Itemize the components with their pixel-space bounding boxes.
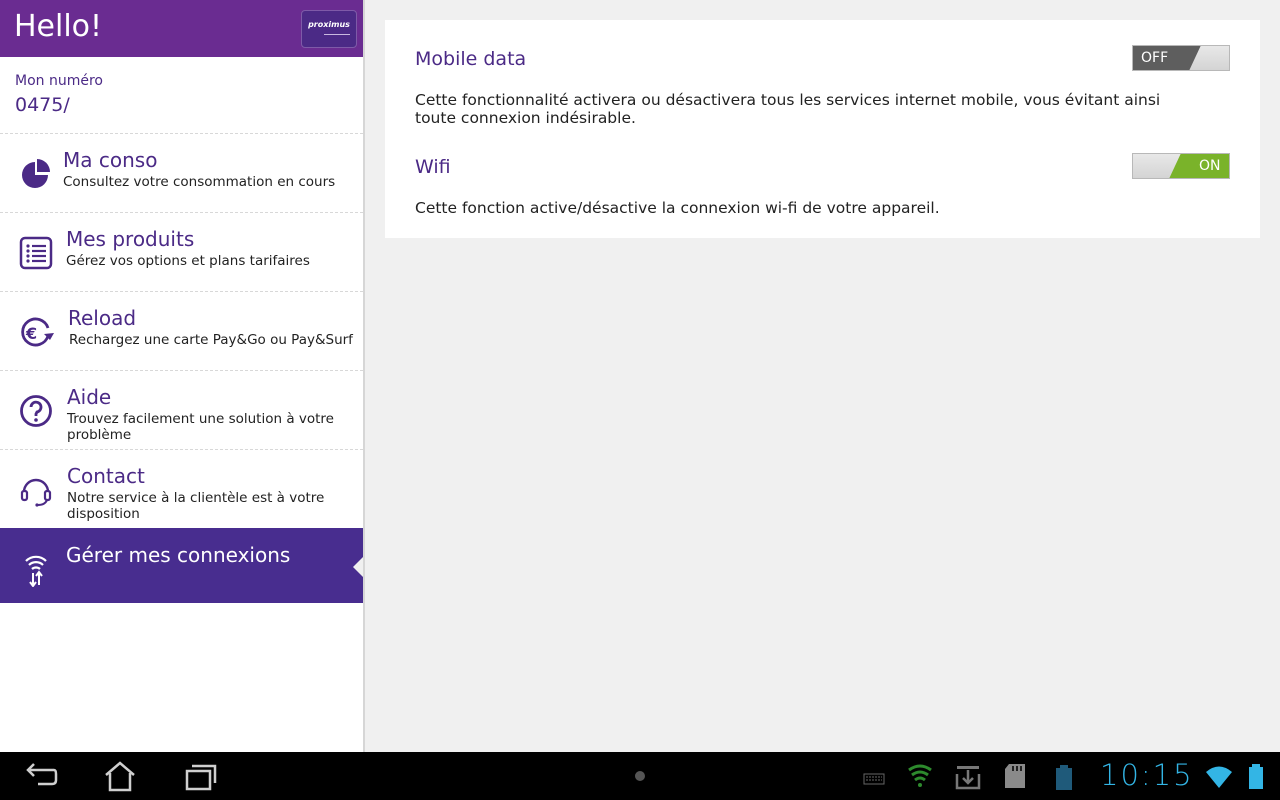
download-icon [955, 766, 981, 790]
recent-apps-icon[interactable] [180, 760, 220, 792]
sidebar-item-mes-produits[interactable]: Mes produits Gérez vos options et plans … [0, 212, 363, 291]
home-icon[interactable] [100, 760, 140, 792]
sidebar-item-subtitle: Trouvez facilement une solution à votre … [67, 411, 334, 443]
keyboard-icon [863, 773, 885, 785]
battery-alert-icon [1056, 765, 1072, 790]
sd-card-icon [1005, 764, 1025, 788]
logo-text: proximus [308, 20, 350, 29]
sidebar-item-gerer-mes-connexions[interactable]: Gérer mes connexions [0, 528, 363, 603]
wifi-signal-icon [1206, 766, 1232, 788]
wifi-description: Cette fonction active/désactive la conne… [415, 199, 940, 217]
euro-reload-icon: € [21, 317, 54, 347]
sidebar: Hello! proximus Mon numéro 0475/ Ma cons… [0, 0, 365, 752]
mobile-data-toggle[interactable]: OFF [1132, 45, 1230, 71]
toggle-knob: OFF [1133, 46, 1201, 70]
logo-underline [324, 34, 350, 35]
sidebar-item-aide[interactable]: Aide Trouvez facilement une solution à v… [0, 370, 363, 449]
sidebar-item-title: Gérer mes connexions [66, 543, 291, 567]
toggle-label: ON [1199, 158, 1221, 174]
sidebar-item-subtitle: Consultez votre consommation en cours [63, 174, 336, 190]
mobile-data-title: Mobile data [415, 48, 527, 70]
battery-icon [1249, 764, 1263, 789]
sidebar-item-title: Ma conso [63, 148, 158, 172]
phone-number-block: Mon numéro 0475/ [15, 72, 103, 118]
sidebar-item-title: Reload [68, 306, 137, 330]
sidebar-item-title: Contact [67, 464, 145, 488]
wifi-toggle[interactable]: ON [1132, 153, 1230, 179]
header-title: Hello! [14, 9, 103, 44]
svg-text:€: € [25, 324, 37, 343]
sidebar-item-subtitle: Gérez vos options et plans tarifaires [66, 253, 310, 269]
status-clock: 10:15 [1100, 758, 1194, 792]
proximus-logo: proximus [301, 10, 357, 48]
mobile-data-description: Cette fonctionnalité activera ou désacti… [415, 91, 1161, 127]
system-navigation-bar: 10:15 [0, 752, 1280, 800]
sidebar-item-title: Aide [67, 385, 112, 409]
sidebar-item-reload[interactable]: € Reload Rechargez une carte Pay&Go ou P… [0, 291, 363, 370]
sidebar-item-contact[interactable]: Contact Notre service à la clientèle est… [0, 449, 363, 528]
menu-dot-icon[interactable] [635, 771, 645, 781]
back-icon[interactable] [20, 760, 60, 792]
number-value: 0475/ [15, 94, 70, 116]
number-label: Mon numéro [15, 73, 103, 89]
toggle-label: OFF [1141, 50, 1169, 66]
headset-icon [20, 478, 52, 507]
sidebar-item-subtitle: Notre service à la clientèle est à votre… [67, 490, 325, 522]
sidebar-item-ma-conso[interactable]: Ma conso Consultez votre consommation en… [0, 133, 363, 212]
toggle-knob: ON [1169, 154, 1229, 178]
help-icon [20, 395, 52, 427]
connection-icon [25, 555, 47, 587]
connections-settings-card: Mobile data OFF Cette fonctionnalité act… [385, 20, 1260, 238]
sidebar-menu: Ma conso Consultez votre consommation en… [0, 133, 363, 603]
sidebar-item-title: Mes produits [66, 227, 195, 251]
wifi-title: Wifi [415, 156, 451, 178]
security-shield-icon [908, 764, 932, 787]
sidebar-header: Hello! proximus [0, 0, 363, 57]
active-indicator [353, 557, 363, 577]
list-icon [19, 236, 53, 270]
pie-chart-icon [22, 159, 50, 188]
sidebar-item-subtitle: Rechargez une carte Pay&Go ou Pay&Surf [69, 332, 353, 348]
